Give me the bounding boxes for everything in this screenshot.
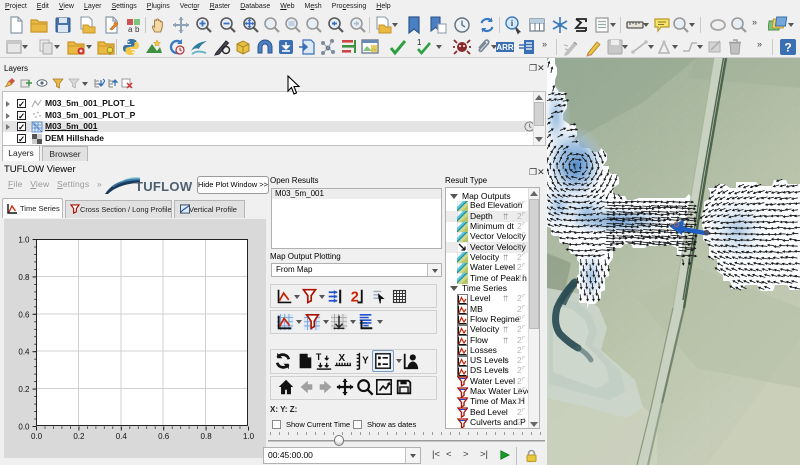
svg-text:0.2: 0.2 — [18, 385, 30, 394]
svg-text:0.8: 0.8 — [18, 273, 30, 282]
svg-text:Y: Y — [362, 356, 369, 367]
svg-text:ARR: ARR — [496, 43, 514, 52]
svg-text:1.0: 1.0 — [243, 432, 255, 441]
svg-text:0.0: 0.0 — [31, 432, 43, 441]
svg-text:1.0: 1.0 — [18, 236, 30, 245]
svg-text:?: ? — [784, 41, 791, 55]
svg-text:0.0: 0.0 — [18, 423, 30, 432]
svg-text:T: T — [316, 352, 322, 362]
svg-text:0.6: 0.6 — [18, 310, 30, 319]
svg-text:X: X — [339, 353, 346, 364]
svg-text:1: 1 — [417, 38, 422, 47]
svg-text:b: b — [135, 25, 140, 34]
svg-text:0.2: 0.2 — [73, 432, 85, 441]
svg-text:0.8: 0.8 — [201, 432, 213, 441]
svg-text:TUFLOW: TUFLOW — [135, 179, 193, 194]
svg-text:a: a — [128, 25, 133, 34]
svg-text:0.4: 0.4 — [18, 348, 30, 357]
svg-text:0.4: 0.4 — [116, 432, 128, 441]
svg-text:0.6: 0.6 — [158, 432, 170, 441]
